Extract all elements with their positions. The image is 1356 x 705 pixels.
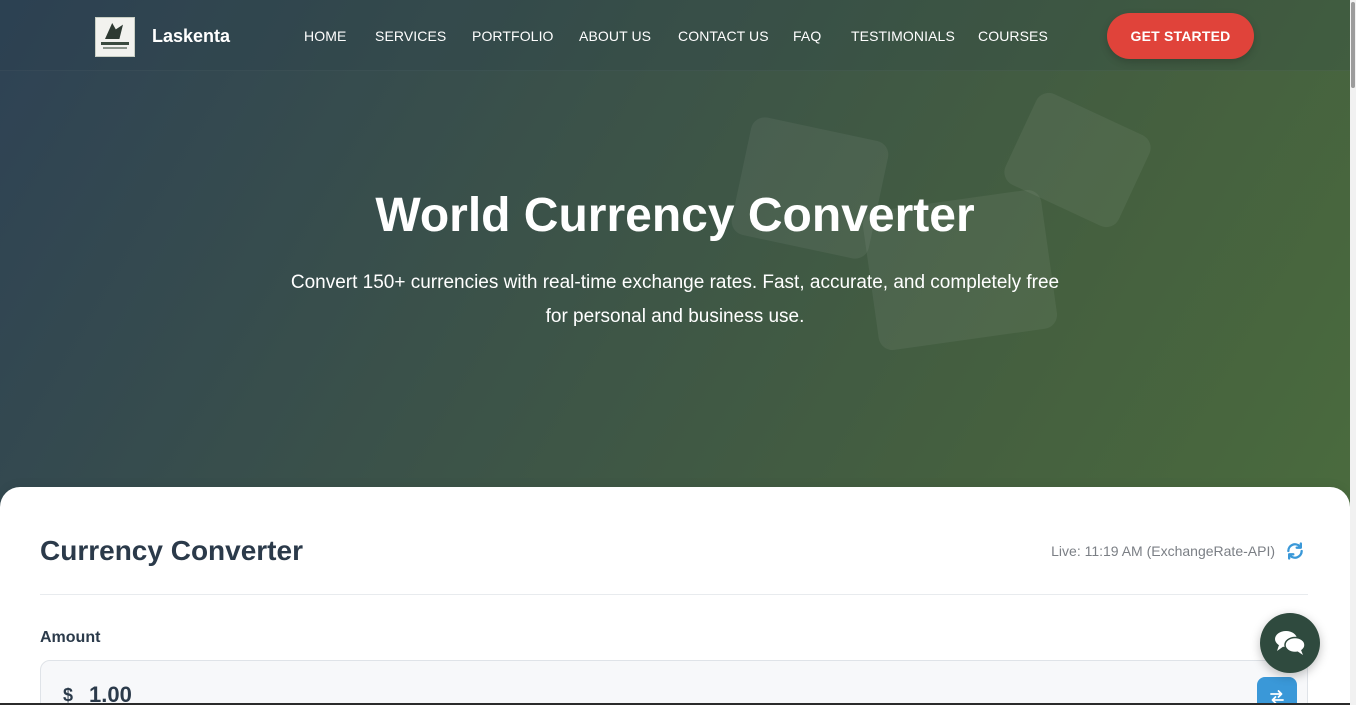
nav-portfolio[interactable]: PORTFOLIO: [472, 28, 554, 44]
hero-subtitle-line: Convert 150+ currencies with real-time e…: [290, 272, 1060, 293]
logo-icon: [99, 21, 131, 53]
hero-title: World Currency Converter: [375, 189, 975, 242]
scrollbar-thumb[interactable]: [1351, 2, 1355, 88]
converter-card: Currency Converter Live: 11:19 AM (Excha…: [0, 487, 1350, 705]
swap-button[interactable]: [1257, 677, 1297, 705]
nav-testimonials[interactable]: TESTIMONIALS: [851, 28, 955, 44]
hero-section: Laskenta HOME SERVICES PORTFOLIO ABOUT U…: [0, 0, 1350, 520]
nav-home[interactable]: HOME: [304, 28, 346, 44]
brand-logo[interactable]: [95, 17, 135, 57]
get-started-button[interactable]: GET STARTED: [1107, 13, 1254, 59]
nav-courses[interactable]: COURSES: [978, 28, 1048, 44]
live-status: Live: 11:19 AM (ExchangeRate-API): [1051, 543, 1275, 559]
hero-subtitle-line: for personal and business use.: [545, 306, 805, 327]
converter-title: Currency Converter: [40, 535, 303, 566]
hero-subtitle: Convert 150+ currencies with real-time e…: [280, 266, 1070, 334]
nav-services[interactable]: SERVICES: [375, 28, 446, 44]
nav-contact-us[interactable]: CONTACT US: [678, 28, 769, 44]
navbar: Laskenta HOME SERVICES PORTFOLIO ABOUT U…: [0, 0, 1350, 71]
brand-name[interactable]: Laskenta: [152, 26, 230, 47]
amount-field[interactable]: $: [40, 660, 1308, 705]
amount-label: Amount: [40, 629, 101, 646]
chat-button[interactable]: [1260, 613, 1320, 673]
divider: [40, 594, 1308, 595]
nav-about-us[interactable]: ABOUT US: [579, 28, 651, 44]
scrollbar[interactable]: [1350, 0, 1356, 705]
nav-faq[interactable]: FAQ: [793, 28, 821, 44]
amount-input[interactable]: [89, 681, 489, 705]
currency-symbol: $: [63, 685, 74, 705]
chat-icon: [1275, 631, 1306, 655]
refresh-icon[interactable]: [1285, 541, 1305, 561]
